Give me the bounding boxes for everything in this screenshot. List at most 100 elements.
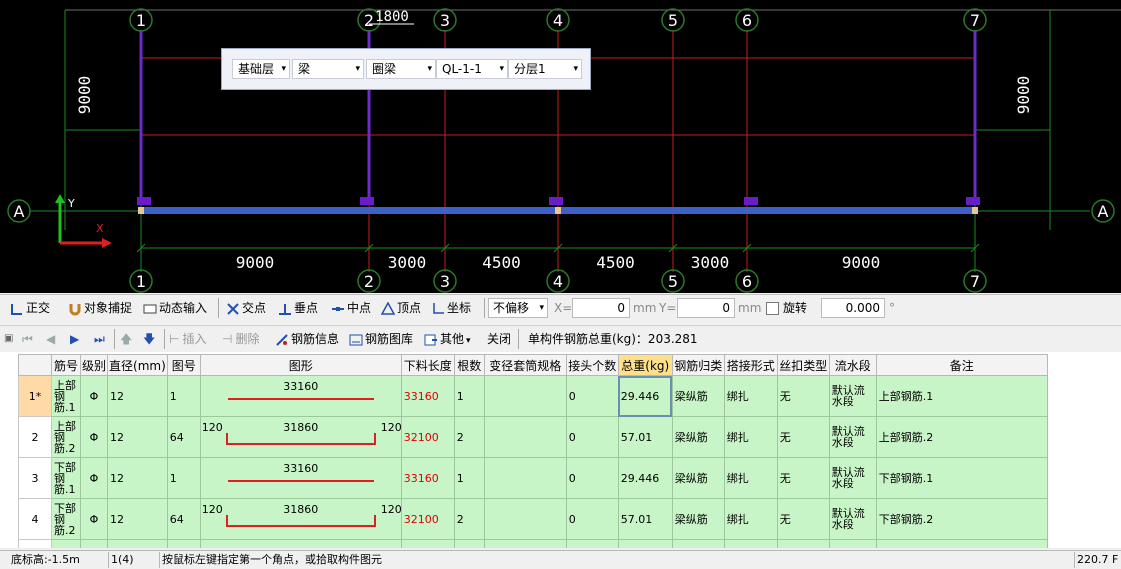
cell-length[interactable]: 32100 bbox=[400, 498, 455, 540]
cell-length[interactable]: 33160 bbox=[400, 457, 455, 499]
cell-diameter[interactable]: 12 bbox=[107, 416, 168, 458]
rebar-library-button[interactable]: 钢筋图库 bbox=[349, 329, 413, 349]
perpendicular-snap-button[interactable]: 垂点 bbox=[278, 298, 318, 318]
cell-count[interactable]: 2 bbox=[453, 498, 485, 540]
close-button[interactable]: 关闭 bbox=[487, 329, 511, 349]
cell-length[interactable]: 32100 bbox=[400, 416, 455, 458]
cell-shape[interactable]: 33160 bbox=[199, 375, 402, 417]
cell-thread[interactable]: 无 bbox=[776, 457, 830, 499]
object-snap-button[interactable]: 对象捕捉 bbox=[68, 298, 132, 318]
coordinate-snap-button[interactable]: 坐标 bbox=[431, 298, 471, 318]
cell-thread[interactable]: 无 bbox=[776, 498, 830, 540]
x-coordinate-input[interactable]: 0 bbox=[572, 298, 630, 318]
column-header[interactable]: 根数 bbox=[453, 354, 485, 376]
table-row[interactable] bbox=[18, 539, 1048, 548]
column-header[interactable]: 图形 bbox=[199, 354, 402, 376]
table-row[interactable]: 4 下部钢筋.2 Φ 12 64 31860 120 120 32100 2 0 57.01 梁纵筋 绑扎… bbox=[18, 498, 1048, 540]
cell-shape[interactable]: 33160 bbox=[199, 457, 402, 499]
cell-sleeve[interactable] bbox=[483, 375, 567, 417]
rebar-info-button[interactable]: 钢筋信息 bbox=[275, 329, 339, 349]
last-record-button[interactable]: ⏭ bbox=[94, 329, 105, 349]
category-dropdown[interactable]: 梁 ▾ bbox=[292, 59, 364, 79]
cell-name[interactable]: 下部钢筋.2 bbox=[51, 498, 81, 540]
cell-length[interactable]: 33160 bbox=[400, 375, 455, 417]
offset-mode-dropdown[interactable]: 不偏移 ▾ bbox=[488, 298, 548, 318]
rotate-checkbox[interactable]: 旋转 bbox=[766, 298, 807, 318]
cell-diameter[interactable]: 12 bbox=[107, 375, 168, 417]
cell-lap[interactable]: 绑扎 bbox=[723, 457, 778, 499]
cell-category[interactable]: 梁纵筋 bbox=[671, 457, 725, 499]
vertex-snap-button[interactable]: 顶点 bbox=[381, 298, 421, 318]
cell-diameter[interactable]: 12 bbox=[107, 498, 168, 540]
row-number[interactable]: 1* bbox=[18, 375, 52, 417]
move-down-button[interactable]: 🡇 bbox=[143, 329, 155, 349]
cell-name[interactable]: 上部钢筋.1 bbox=[51, 375, 81, 417]
row-number[interactable]: 4 bbox=[18, 498, 52, 540]
insert-button[interactable]: ⊢ 插入 bbox=[169, 329, 206, 349]
cell-note[interactable]: 上部钢筋.2 bbox=[875, 416, 1048, 458]
column-header[interactable]: 总重(kg) bbox=[617, 354, 673, 376]
cell-fig[interactable]: 1 bbox=[166, 375, 201, 417]
cell-fig[interactable]: 64 bbox=[166, 498, 201, 540]
cell-category[interactable]: 梁纵筋 bbox=[671, 375, 725, 417]
column-header[interactable]: 流水段 bbox=[828, 354, 877, 376]
column-header[interactable]: 备注 bbox=[875, 354, 1048, 376]
row-number[interactable]: 2 bbox=[18, 416, 52, 458]
cell-stage[interactable]: 默认流水段 bbox=[828, 457, 877, 499]
delete-button[interactable]: ⊣ 删除 bbox=[222, 329, 259, 349]
next-record-button[interactable]: ▶ bbox=[70, 329, 79, 349]
cell-category[interactable]: 梁纵筋 bbox=[671, 498, 725, 540]
panel-grip-icon[interactable]: ▣ bbox=[4, 329, 13, 349]
sublayer-dropdown[interactable]: 分层1 ▾ bbox=[508, 59, 582, 79]
cell-count[interactable]: 1 bbox=[453, 375, 485, 417]
cell-grade[interactable]: Φ bbox=[79, 498, 109, 540]
cell-weight[interactable]: 57.01 bbox=[617, 498, 673, 540]
midpoint-snap-button[interactable]: 中点 bbox=[331, 298, 371, 318]
cell-lap[interactable]: 绑扎 bbox=[723, 416, 778, 458]
column-header[interactable]: 接头个数 bbox=[565, 354, 619, 376]
type-dropdown[interactable]: 圈梁 ▾ bbox=[366, 59, 436, 79]
cell-joints[interactable]: 0 bbox=[565, 498, 619, 540]
cell-name[interactable]: 下部钢筋.1 bbox=[51, 457, 81, 499]
cell-stage[interactable]: 默认流水段 bbox=[828, 498, 877, 540]
cell-shape[interactable]: 31860 120 120 bbox=[199, 416, 402, 458]
cell-note[interactable]: 下部钢筋.2 bbox=[875, 498, 1048, 540]
cell-category[interactable]: 梁纵筋 bbox=[671, 416, 725, 458]
cell-thread[interactable]: 无 bbox=[776, 416, 830, 458]
cell-joints[interactable]: 0 bbox=[565, 457, 619, 499]
table-row[interactable]: 3 下部钢筋.1 Φ 12 1 33160 33160 1 0 29.446 梁纵筋 绑扎无默认流水段… bbox=[18, 457, 1048, 499]
cell-sleeve[interactable] bbox=[483, 416, 567, 458]
cell-lap[interactable]: 绑扎 bbox=[723, 498, 778, 540]
cell-grade[interactable]: Φ bbox=[79, 457, 109, 499]
column-header[interactable]: 筋号 bbox=[51, 354, 81, 376]
cell-diameter[interactable]: 12 bbox=[107, 457, 168, 499]
first-record-button[interactable]: ⏮ bbox=[22, 329, 33, 349]
other-menu-button[interactable]: 其他 ▾ bbox=[424, 329, 471, 349]
column-header[interactable]: 丝扣类型 bbox=[776, 354, 830, 376]
rotate-angle-input[interactable]: 0.000 bbox=[821, 298, 885, 318]
cell-weight[interactable]: 29.446 bbox=[617, 375, 673, 417]
cell-lap[interactable]: 绑扎 bbox=[723, 375, 778, 417]
cell-count[interactable]: 2 bbox=[453, 416, 485, 458]
cell-grade[interactable]: Φ bbox=[79, 375, 109, 417]
column-header[interactable]: 搭接形式 bbox=[723, 354, 778, 376]
cell-weight[interactable]: 57.01 bbox=[617, 416, 673, 458]
row-number[interactable]: 3 bbox=[18, 457, 52, 499]
column-header[interactable]: 级别 bbox=[79, 354, 109, 376]
move-up-button[interactable]: 🡅 bbox=[120, 329, 132, 349]
cad-drawing[interactable]: 1 2 3 4 5 6 7 1 2 3 4 5 6 7 A A 9000 3000 4500 4500 3000 9000… bbox=[0, 0, 1121, 293]
cell-weight[interactable]: 29.446 bbox=[617, 457, 673, 499]
cell-sleeve[interactable] bbox=[483, 457, 567, 499]
cell-thread[interactable]: 无 bbox=[776, 375, 830, 417]
intersection-snap-button[interactable]: 交点 bbox=[226, 298, 266, 318]
table-row[interactable]: 1* 上部钢筋.1 Φ 12 1 33160 33160 1 0 29.446 梁纵筋 绑扎无默认流水… bbox=[18, 375, 1048, 417]
cell-fig[interactable]: 1 bbox=[166, 457, 201, 499]
cell-stage[interactable]: 默认流水段 bbox=[828, 375, 877, 417]
cell-count[interactable]: 1 bbox=[453, 457, 485, 499]
table-row[interactable]: 2 上部钢筋.2 Φ 12 64 31860 120 120 32100 2 0 57.01 梁纵筋 绑扎… bbox=[18, 416, 1048, 458]
ortho-button[interactable]: 正交 bbox=[10, 298, 50, 318]
cell-fig[interactable]: 64 bbox=[166, 416, 201, 458]
prev-record-button[interactable]: ◀ bbox=[46, 329, 55, 349]
column-header[interactable]: 图号 bbox=[166, 354, 201, 376]
floor-dropdown[interactable]: 基础层 ▾ bbox=[232, 59, 290, 79]
